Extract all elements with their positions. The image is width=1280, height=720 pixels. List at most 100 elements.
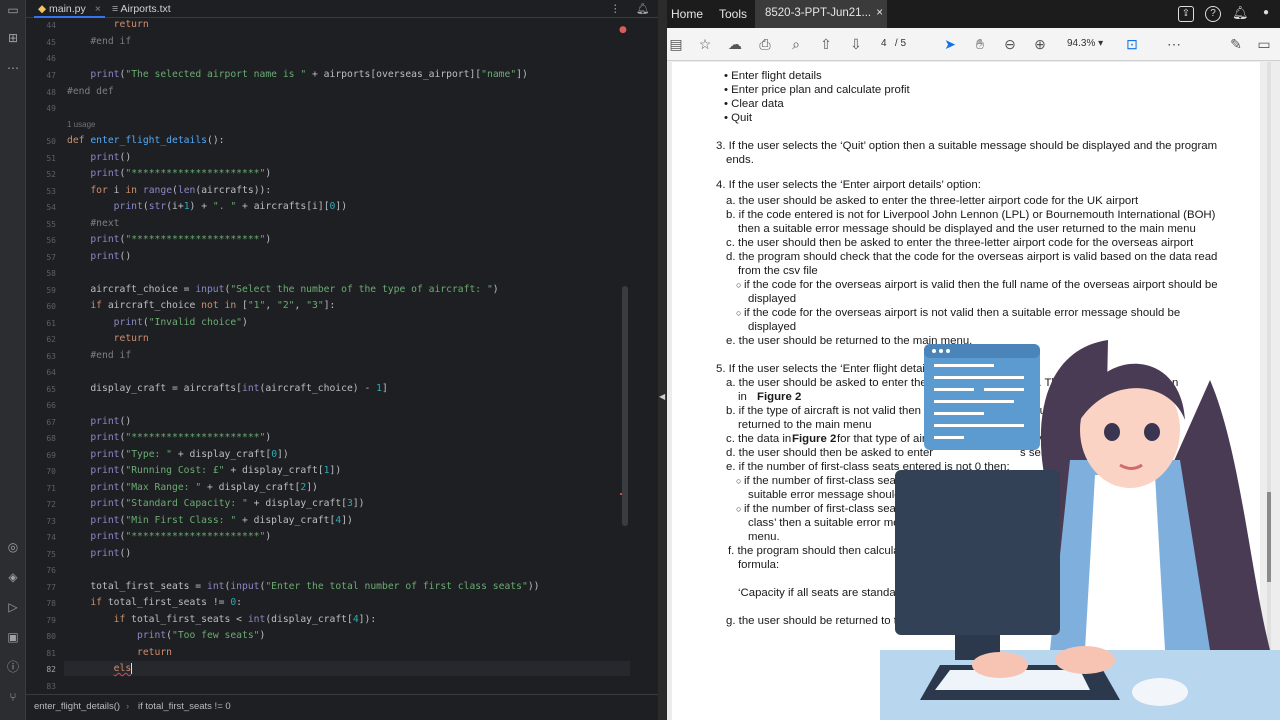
pdf-text: d. the program should check that the cod… bbox=[726, 251, 1218, 263]
close-icon[interactable]: × bbox=[95, 3, 101, 15]
bell-icon[interactable]: 🔔︎ bbox=[1232, 6, 1249, 22]
pdf-text-line: ends. bbox=[726, 153, 754, 167]
tab-label: Airports.txt bbox=[120, 3, 171, 15]
pdf-tab-bar: Home Tools 8520-3-PPT-Jun21... × ⇪ ? 🔔︎ … bbox=[667, 0, 1280, 28]
tab-tools[interactable]: Tools bbox=[719, 7, 747, 21]
line-number: 58 bbox=[46, 269, 56, 278]
notifications-icon[interactable]: 🔔︎ bbox=[636, 0, 649, 18]
comment-icon[interactable]: ▭ bbox=[1255, 35, 1273, 53]
pdf-text-line: • Enter flight details bbox=[724, 69, 822, 83]
pdf-text-line: then a suitable error message should be … bbox=[738, 222, 1196, 236]
line-number: 82 bbox=[46, 665, 56, 674]
pdf-text-line: in bbox=[738, 390, 747, 404]
line-number-gutter: 44 45 46 47 48 49 50 51 52 53 54 55 56 57 58 59 60 61 62 63… bbox=[26, 18, 64, 694]
pdf-text-line: displayed bbox=[748, 292, 796, 306]
more-tabs-icon[interactable]: ⋮ bbox=[610, 0, 621, 18]
line-number: 64 bbox=[46, 368, 56, 377]
editor-scrollbar[interactable] bbox=[622, 286, 628, 526]
pdf-text: Enter flight details bbox=[731, 70, 822, 82]
breadcrumb-function[interactable]: enter_flight_details() bbox=[34, 698, 120, 716]
pdf-text: displayed bbox=[748, 293, 797, 305]
save-icon[interactable]: ▤ bbox=[667, 35, 685, 53]
select-cursor-icon[interactable]: ➤ bbox=[941, 35, 959, 53]
line-number: 56 bbox=[46, 236, 56, 245]
structure-icon[interactable]: ⊞ bbox=[5, 30, 21, 46]
folder-icon[interactable]: ▭ bbox=[5, 2, 21, 18]
line-number: 48 bbox=[46, 88, 56, 97]
hand-tool-icon[interactable]: ✋︎ bbox=[971, 35, 989, 53]
search-icon[interactable]: ⌕ bbox=[787, 35, 805, 53]
zoom-select[interactable]: 94.3% ▾ bbox=[1067, 38, 1103, 49]
pdf-text: Quit bbox=[731, 112, 753, 124]
line-number: 66 bbox=[46, 401, 56, 410]
line-number: 69 bbox=[46, 451, 56, 460]
line-number: 67 bbox=[46, 418, 56, 427]
pdf-text-line: ○ if the number of first-class sea bbox=[736, 502, 896, 516]
zoom-in-icon[interactable]: ⊕ bbox=[1031, 35, 1049, 53]
line-number: 44 bbox=[46, 21, 56, 30]
line-number: 80 bbox=[46, 632, 56, 641]
pdf-text: Figure 2 bbox=[757, 391, 802, 403]
pdf-text: a. the user should be asked to enter the… bbox=[726, 195, 1139, 207]
problems-icon[interactable]: ⓘ bbox=[5, 659, 21, 675]
terminal-icon[interactable]: ▣ bbox=[5, 629, 21, 645]
line-number: 77 bbox=[46, 583, 56, 592]
tab-document[interactable]: 8520-3-PPT-Jun21... × bbox=[755, 0, 887, 28]
python-packages-icon[interactable]: ◎ bbox=[5, 539, 21, 555]
layers-icon[interactable]: ◈ bbox=[5, 569, 21, 585]
fit-page-icon[interactable]: ⊡ bbox=[1123, 35, 1141, 53]
pdf-text-line: d. the program should check that the cod… bbox=[726, 250, 1217, 264]
avatar-icon[interactable]: ● bbox=[1258, 6, 1274, 22]
pdf-text-line: • Quit bbox=[724, 111, 752, 125]
pdf-text-line: c. the user should then be asked to ente… bbox=[726, 236, 1193, 250]
code-area[interactable]: return #end if print("The selected airpo… bbox=[67, 18, 627, 694]
error-indicator-icon[interactable]: ● bbox=[619, 25, 627, 35]
pdf-text: Enter price plan and calculate profit bbox=[731, 84, 910, 96]
python-file-icon: ◆ bbox=[38, 3, 47, 15]
expand-arrow-icon[interactable]: ◀ bbox=[659, 392, 665, 401]
breadcrumb-branch[interactable]: if total_first_seats != 0 bbox=[138, 698, 231, 716]
pdf-text-line: 3. If the user selects the ‘Quit’ option… bbox=[716, 139, 1217, 153]
line-number: 57 bbox=[46, 253, 56, 262]
pdf-text-line: b. if the code entered is not for Liverp… bbox=[726, 208, 1215, 222]
pdf-text-line: class’ then a suitable error me bbox=[748, 516, 900, 530]
pdf-text: c. the data in bbox=[726, 433, 792, 445]
pdf-toolbar: ▤ ☆ ☁ ⎙ ⌕ ⇧ ⇩ 4 / 5 ➤ ✋︎ ⊖ ⊕ 94.3% ▾ ⊡ ⋯… bbox=[667, 28, 1280, 61]
tab-document-label: 8520-3-PPT-Jun21... bbox=[765, 7, 872, 19]
pdf-text-line: a. the user should be asked to enter the… bbox=[726, 194, 1138, 208]
pdf-text: Clear data bbox=[731, 98, 784, 110]
page-number-input[interactable]: 4 bbox=[881, 38, 887, 49]
breadcrumb-separator: › bbox=[126, 701, 130, 712]
pdf-text-line: ○ if the code for the overseas airport i… bbox=[736, 306, 1180, 320]
more-tools-icon[interactable]: ⋯ bbox=[1165, 35, 1183, 53]
more-icon[interactable]: ⋯ bbox=[5, 60, 21, 76]
line-number: 55 bbox=[46, 220, 56, 229]
pdf-text: if the number of first-class sea bbox=[743, 503, 896, 515]
zoom-out-icon[interactable]: ⊖ bbox=[1001, 35, 1019, 53]
pdf-text: Figure 2 bbox=[792, 433, 837, 445]
sign-icon[interactable]: ✎ bbox=[1227, 35, 1245, 53]
tab-airports-txt[interactable]: ≡ Airports.txt bbox=[112, 0, 171, 18]
upload-icon[interactable]: ☁ bbox=[726, 35, 744, 53]
git-icon[interactable]: ⑂ bbox=[5, 689, 21, 705]
page-up-icon[interactable]: ⇧ bbox=[817, 35, 835, 53]
help-icon[interactable]: ? bbox=[1205, 6, 1221, 22]
page-total: / 5 bbox=[894, 38, 907, 49]
window-splitter[interactable]: ◀ bbox=[658, 0, 667, 720]
pdf-text: from the csv file bbox=[738, 265, 818, 277]
pdf-text-line: • Clear data bbox=[724, 97, 784, 111]
line-number: 46 bbox=[46, 54, 56, 63]
tab-label: main.py bbox=[49, 3, 86, 15]
bookmark-star-icon[interactable]: ☆ bbox=[696, 35, 714, 53]
tab-main-py[interactable]: ◆ main.py × bbox=[34, 0, 105, 18]
pdf-text-line: c. the data in bbox=[726, 432, 791, 446]
run-icon[interactable]: ▷ bbox=[5, 599, 21, 615]
print-icon[interactable]: ⎙ bbox=[756, 35, 774, 53]
page-down-icon[interactable]: ⇩ bbox=[847, 35, 865, 53]
share-icon[interactable]: ⇪ bbox=[1178, 6, 1194, 22]
tab-home[interactable]: Home bbox=[671, 7, 703, 21]
pdf-text-line: 4. If the user selects the ‘Enter airpor… bbox=[716, 178, 981, 192]
pdf-text: 3. If the user selects the ‘Quit’ option… bbox=[716, 140, 1218, 152]
pdf-text: formula: bbox=[738, 559, 780, 571]
close-icon[interactable]: × bbox=[876, 7, 883, 19]
